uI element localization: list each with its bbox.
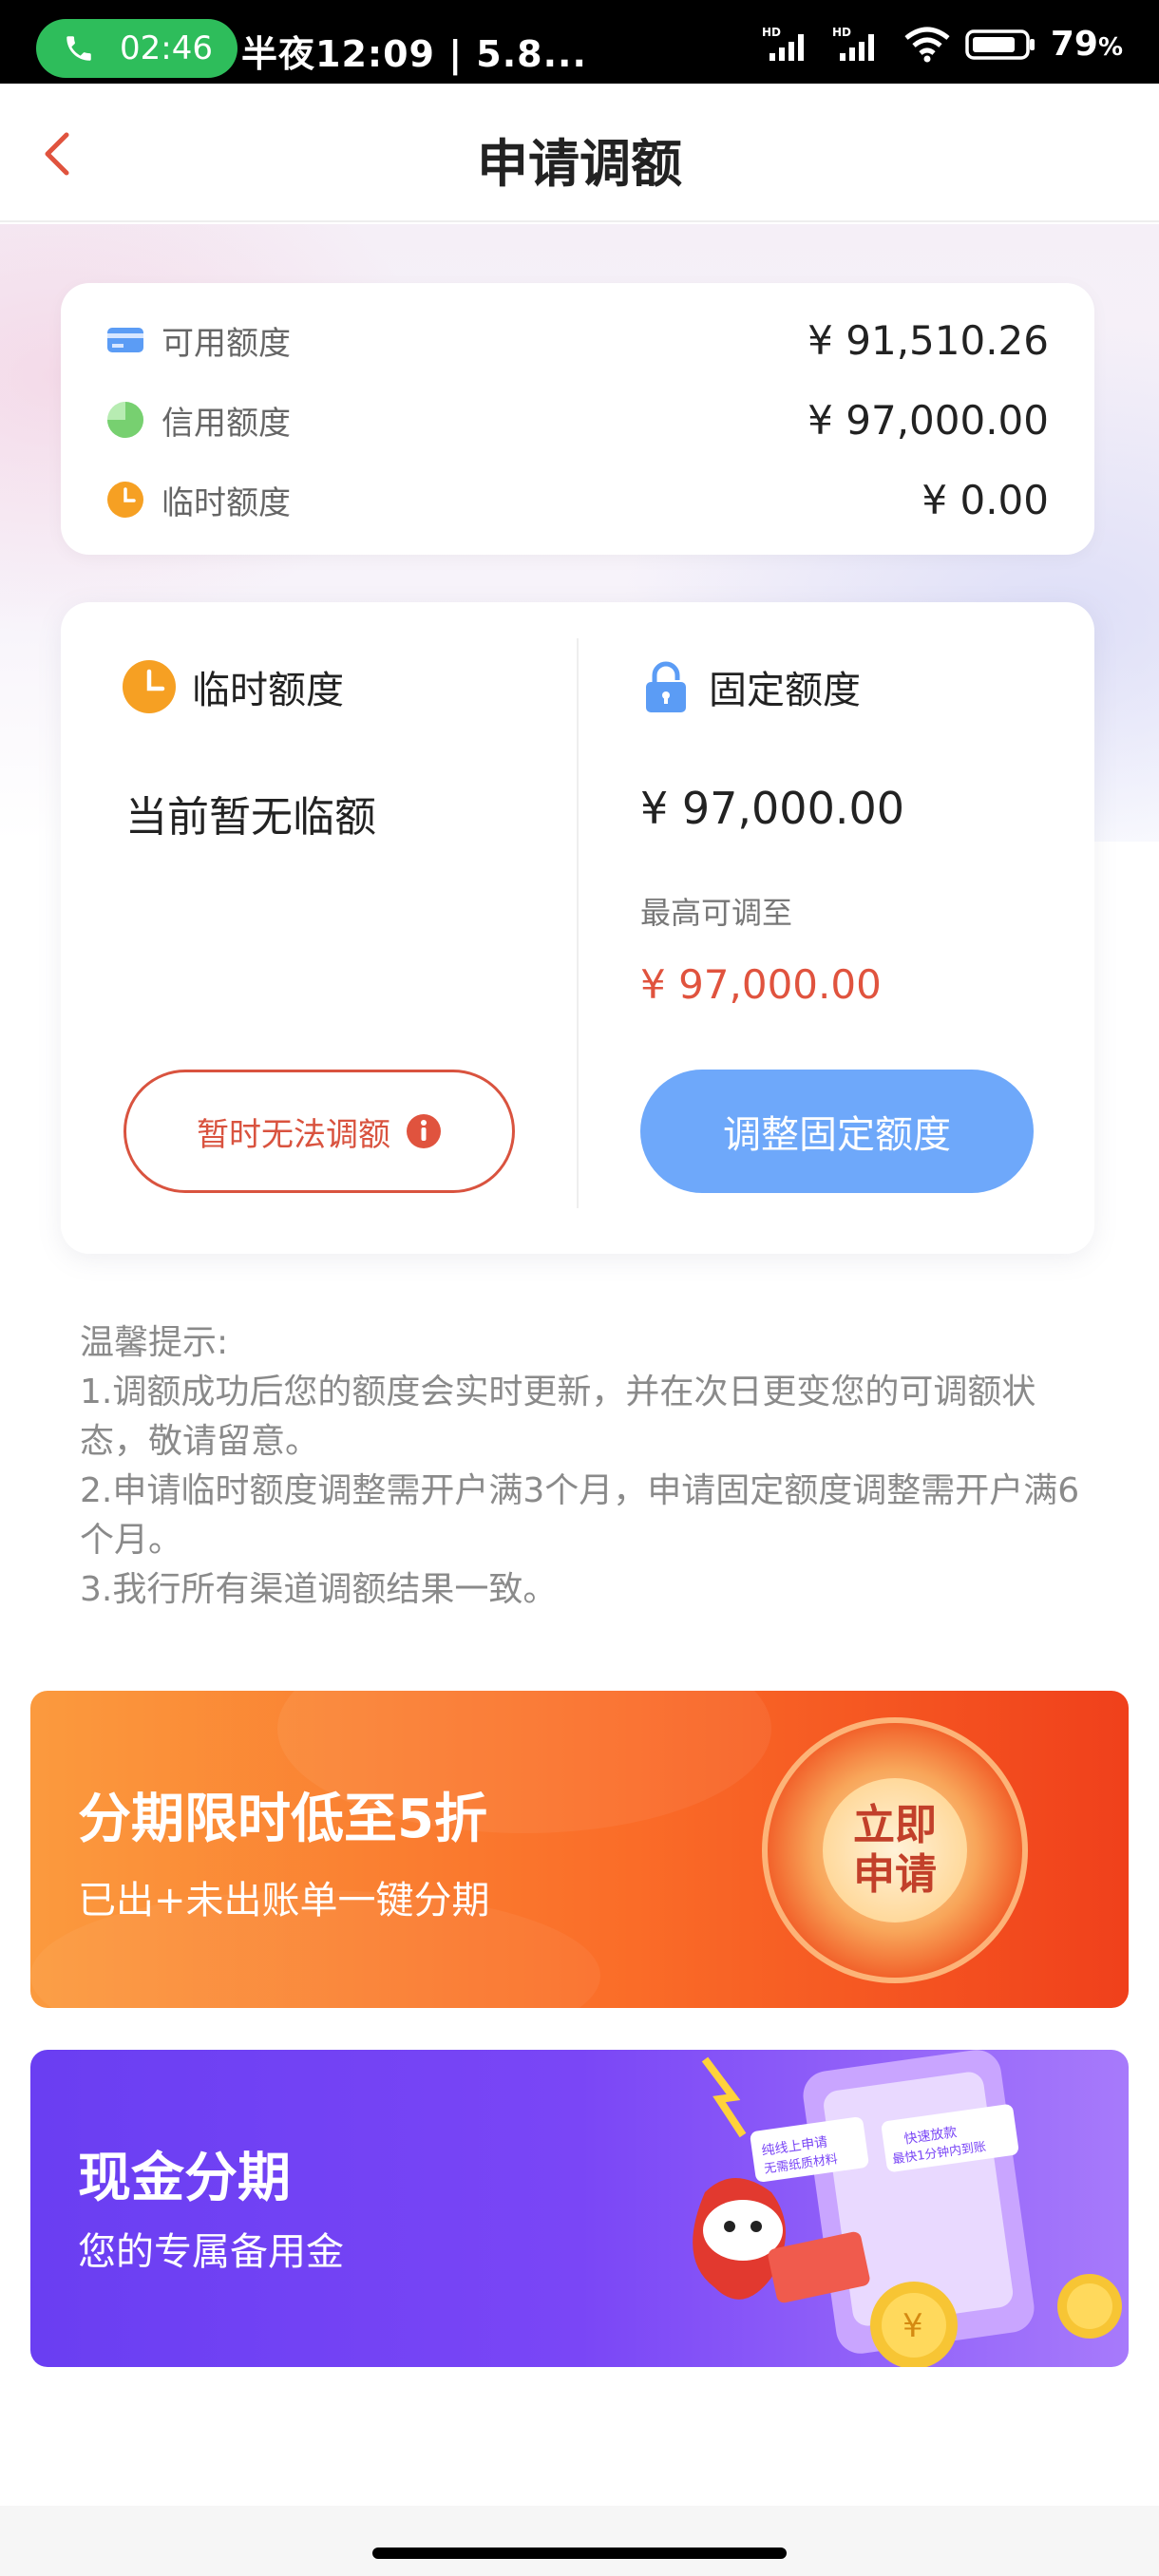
signal-hd-icon: HD: [762, 26, 804, 61]
fixed-quota-title: 固定额度: [709, 669, 861, 712]
mascot-phone-illustration: 纯线上申请 无需纸质材料 快速放款 最快1分钟内到账 ¥: [693, 2050, 1122, 2367]
status-bar: 02:46 半夜12:09 | 5.8... HD HD 79%: [0, 0, 1159, 84]
installment-title: 分期限时低至5折: [78, 1789, 487, 1850]
cash-installment-banner[interactable]: 现金分期 您的专属备用金 纯线上申请 无需纸质材料 快速放款 最快1分钟内到账 …: [30, 2050, 1129, 2367]
summary-value: ¥ 0.00: [922, 476, 1049, 523]
summary-label: 可用额度: [162, 324, 291, 363]
signal-hd-icon-2: HD: [832, 26, 874, 61]
fixed-quota-amount: ¥ 97,000.00: [640, 783, 904, 834]
temp-quota-heading: 临时额度: [122, 659, 344, 714]
status-icons: HD HD 79%: [762, 23, 1123, 65]
max-adjust-label: 最高可调至: [640, 895, 793, 931]
summary-label: 临时额度: [162, 483, 291, 522]
ongoing-call-pill[interactable]: 02:46: [36, 19, 238, 78]
info-icon[interactable]: [406, 1113, 442, 1149]
apply-now-badge[interactable]: 立即 申请: [762, 1717, 1028, 1983]
notification-text: 半夜12:09 | 5.8...: [241, 33, 587, 75]
installment-banner[interactable]: 分期限时低至5折 已出+未出账单一键分期 立即 申请: [30, 1691, 1129, 2008]
summary-label: 信用额度: [162, 404, 291, 443]
summary-value: ¥ 91,510.26: [808, 316, 1049, 364]
home-indicator[interactable]: [372, 2548, 787, 2559]
svg-text:HD: HD: [832, 26, 851, 39]
quota-summary-card: 可用额度 ¥ 91,510.26 信用额度 ¥ 97,000.00 临时额度 ¥…: [61, 283, 1094, 555]
tip-item: 3.我行所有渠道调额结果一致。: [80, 1570, 558, 1609]
lock-icon: [646, 661, 686, 712]
phone-icon: [66, 36, 91, 61]
cash-title: 现金分期: [78, 2148, 291, 2209]
wifi-icon: [904, 27, 950, 63]
tip-item: 2.申请临时额度调整需开户满3个月，申请固定额度调整需开户满6个月。: [80, 1471, 1080, 1560]
temp-quota-status: 当前暂无临额: [125, 793, 376, 842]
cannot-adjust-button[interactable]: 暂时无法调额: [124, 1070, 515, 1193]
adjust-fixed-quota-button[interactable]: 调整固定额度: [640, 1070, 1034, 1193]
pie-icon: [106, 401, 144, 439]
summary-row-available: 可用额度 ¥ 91,510.26: [106, 312, 1049, 369]
max-adjust-amount: ¥ 97,000.00: [640, 961, 882, 1008]
battery-icon: [965, 29, 1035, 60]
svg-text:HD: HD: [762, 26, 781, 39]
summary-row-credit: 信用额度 ¥ 97,000.00: [106, 391, 1049, 448]
cash-subtitle: 您的专属备用金: [78, 2230, 344, 2274]
card-icon: [106, 321, 144, 359]
fixed-quota-heading: 固定额度: [638, 659, 861, 714]
summary-row-temporary: 临时额度 ¥ 0.00: [106, 471, 1049, 528]
bottom-area: [0, 2506, 1159, 2576]
column-divider: [577, 638, 579, 1208]
tips-section: 温馨提示: 1.调额成功后您的额度会实时更新，并在次日更变您的可调额状态，敬请留…: [80, 1318, 1087, 1615]
summary-value: ¥ 97,000.00: [808, 396, 1049, 444]
clock-icon: [123, 660, 176, 713]
temp-quota-title: 临时额度: [192, 669, 344, 712]
page-title: 申请调额: [477, 134, 682, 194]
installment-subtitle: 已出+未出账单一键分期: [78, 1879, 490, 1923]
clock-icon: [106, 481, 144, 519]
battery-percent: 79%: [1050, 24, 1123, 64]
svg-text:¥: ¥: [902, 2307, 923, 2345]
call-time: 02:46: [120, 29, 213, 67]
cannot-adjust-label: 暂时无法调额: [197, 1115, 390, 1154]
apply-now-label: 立即 申请: [823, 1778, 967, 1923]
quota-adjust-card: 临时额度 当前暂无临额 暂时无法调额 固定额度 ¥ 97,000.00 最高可调…: [61, 602, 1094, 1254]
tip-item: 1.调额成功后您的额度会实时更新，并在次日更变您的可调额状态，敬请留意。: [80, 1373, 1036, 1461]
nav-header: 申请调额: [0, 84, 1159, 222]
tips-title: 温馨提示:: [80, 1323, 229, 1362]
